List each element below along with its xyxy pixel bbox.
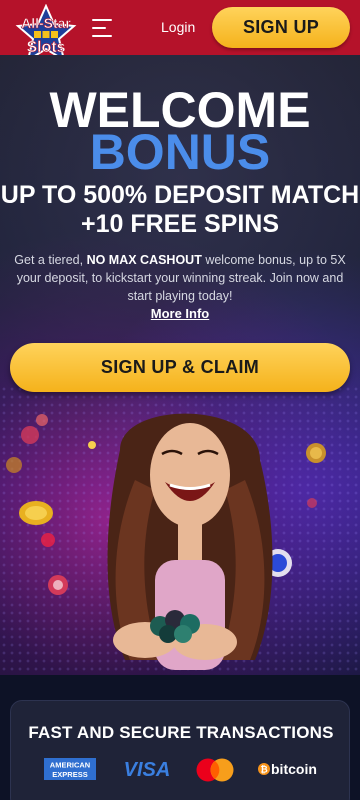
svg-text:₿: ₿ — [260, 765, 267, 775]
bitcoin-text: bitcoin — [271, 761, 317, 777]
signup-button[interactable]: SIGN UP — [212, 7, 350, 48]
mastercard-icon — [195, 758, 235, 782]
transactions-card: FAST AND SECURE TRANSACTIONS AMERICAN EX… — [10, 700, 350, 800]
signup-claim-button[interactable]: SIGN UP & CLAIM — [10, 343, 350, 392]
hero-subtitle: UP TO 500% DEPOSIT MATCH +10 FREE SPINS — [0, 181, 360, 239]
hero-title-bonus: BONUS — [89, 124, 271, 180]
hero-description: Get a tiered, NO MAX CASHOUT welcome bon… — [10, 251, 350, 305]
desc-bold: NO MAX CASHOUT — [86, 253, 202, 267]
top-header: All-Star Slots Login SIGN UP — [0, 0, 360, 63]
hero-subtitle-line2: +10 FREE SPINS — [81, 210, 279, 238]
logo-text-bottom: Slots — [26, 39, 65, 56]
hero-subtitle-line1: UP TO 500% DEPOSIT MATCH — [0, 181, 360, 209]
hamburger-menu-icon[interactable] — [92, 18, 114, 38]
more-info-wrap: More Info — [0, 306, 360, 321]
visa-text: VISA — [124, 759, 171, 780]
welcome-bonus-hero: WELCOME BONUS UP TO 500% DEPOSIT MATCH +… — [0, 55, 360, 675]
visa-icon: VISA — [119, 758, 175, 780]
more-info-link[interactable]: More Info — [151, 306, 210, 321]
bitcoin-icon: ₿ bitcoin — [257, 758, 319, 780]
logo-text-top: All-Star — [21, 15, 71, 31]
amex-line1: AMERICAN — [50, 761, 90, 770]
desc-part1: Get a tiered, — [14, 253, 87, 267]
amex-icon: AMERICAN EXPRESS — [44, 758, 96, 780]
transactions-title: FAST AND SECURE TRANSACTIONS — [28, 723, 334, 742]
amex-line2: EXPRESS — [52, 770, 87, 779]
login-link[interactable]: Login — [161, 19, 195, 35]
smiling-woman-image — [107, 413, 273, 670]
